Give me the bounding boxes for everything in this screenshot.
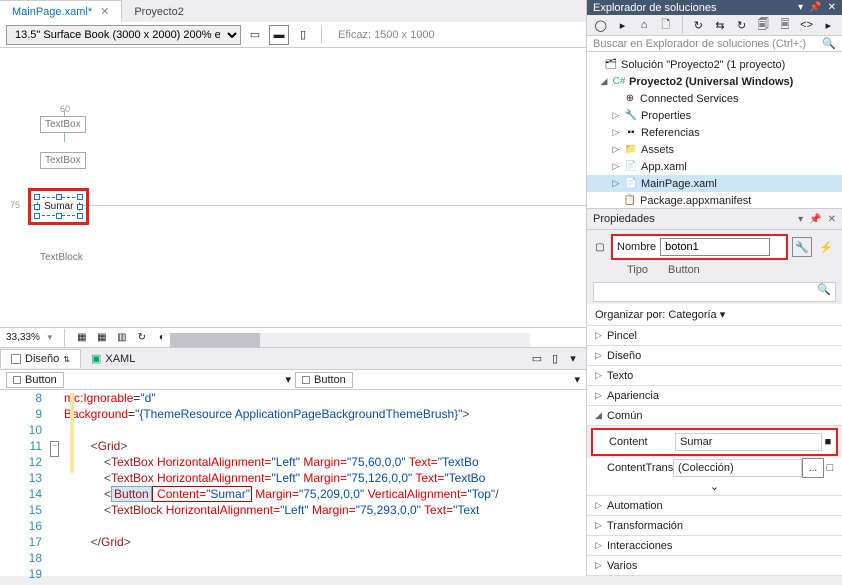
tab-proyecto2[interactable]: Proyecto2 — [122, 2, 196, 22]
organize-by[interactable]: Organizar por: Categoría ▾ — [587, 304, 842, 326]
cat-automation[interactable]: ▷Automation — [587, 496, 842, 516]
setting-icon[interactable]: ◐ — [155, 331, 169, 345]
solution-icon: 🗂 — [604, 58, 618, 72]
copy-icon[interactable]: 🗐 — [753, 15, 773, 35]
dropdown-icon[interactable]: ▾ — [798, 2, 803, 13]
change-marker — [70, 393, 74, 473]
cat-texto[interactable]: ▷Texto — [587, 366, 842, 386]
manifest-icon: 📋 — [623, 194, 637, 208]
sync-icon[interactable]: 🗋 — [656, 15, 676, 35]
fold-column[interactable]: − — [50, 390, 64, 552]
name-input[interactable] — [660, 238, 770, 256]
cat-diseno[interactable]: ▷Diseño — [587, 346, 842, 366]
xaml-icon: 📄 — [624, 160, 638, 174]
project-icon: C# — [612, 75, 626, 89]
design-textblock[interactable]: TextBlock — [40, 252, 83, 263]
cat-varios[interactable]: ▷Varios — [587, 556, 842, 576]
tree-mainpage[interactable]: ▷📄MainPage.xaml — [587, 175, 842, 192]
device-select[interactable]: 13.5" Surface Book (3000 x 2000) 200% es… — [6, 25, 241, 45]
design-xaml-tabs: Diseño⇅ ▣XAML ▭ ▯ ▾ — [0, 348, 586, 370]
selected-button-highlight: Sumar — [28, 188, 89, 225]
orientation-portrait-icon[interactable]: ▭ — [245, 25, 265, 45]
tab-design[interactable]: Diseño⇅ — [0, 349, 81, 368]
snap-icon[interactable]: ▥ — [115, 331, 129, 345]
xaml-editor[interactable]: 8910111213141516171819 − mc:Ignorable="d… — [0, 390, 586, 552]
cat-apariencia[interactable]: ▷Apariencia — [587, 386, 842, 406]
content-value[interactable]: Sumar — [675, 433, 822, 451]
cat-transform[interactable]: ▷Transformación — [587, 516, 842, 536]
refs-icon: ▪▪ — [624, 126, 638, 140]
wrench-icon: 🔧 — [624, 109, 638, 123]
crumb-button-b[interactable]: Button — [295, 372, 353, 388]
xaml-icon: 📄 — [624, 177, 638, 191]
effective-size: Eficaz: 1500 x 1000 — [338, 29, 435, 41]
collapse-icon[interactable]: ▾ — [566, 352, 580, 366]
connected-icon: ⊕ — [623, 92, 637, 106]
dropdown-icon[interactable]: ▾ — [798, 214, 803, 225]
folder-icon: 📁 — [624, 143, 638, 157]
contenttransitions-value[interactable]: (Colección) — [673, 459, 802, 477]
props-icon[interactable]: 🗏 — [775, 15, 795, 35]
content-highlight: Content Sumar ■ — [591, 428, 838, 456]
close-icon[interactable]: ✕ — [828, 2, 836, 13]
events-icon[interactable]: ⚡ — [816, 237, 836, 257]
grid2-icon[interactable]: ▦ — [95, 331, 109, 345]
design-textbox-2[interactable]: TextBox — [40, 152, 86, 169]
code-button-tag[interactable]: Button — [111, 486, 152, 502]
orientation-landscape-icon[interactable]: ▬ — [269, 25, 289, 45]
refresh-icon[interactable]: ↻ — [135, 331, 149, 345]
refresh-icon[interactable]: ↻ — [689, 15, 709, 35]
code-content-attr: Content="Sumar" — [152, 486, 252, 502]
name-highlight: Nombre — [611, 234, 788, 260]
pin-icon[interactable]: 📌 — [809, 214, 821, 225]
close-icon[interactable]: ✕ — [828, 214, 836, 225]
document-tabs: MainPage.xaml*✕ Proyecto2 — [0, 0, 586, 22]
grid-icon[interactable]: ▦ — [75, 331, 89, 345]
split-v-icon[interactable]: ▯ — [548, 352, 562, 366]
ruler-label: 75 — [10, 200, 20, 210]
solution-tree[interactable]: 🗂Solución "Proyecto2" (1 proyecto) ◢C#Pr… — [587, 52, 842, 208]
more-icon[interactable]: ▸ — [818, 15, 838, 35]
zoom-bar: 33,33% ▼ ▦ ▦ ▥ ↻ ◐ ▤ ▭ — [0, 327, 586, 347]
search-icon: 🔍 — [817, 284, 831, 296]
prop-marker-icon[interactable]: ■ — [822, 436, 834, 448]
pin-icon[interactable]: 📌 — [809, 2, 821, 13]
tab-xaml[interactable]: ▣XAML — [81, 349, 145, 368]
expand-more-icon[interactable]: ⌄ — [587, 478, 842, 496]
line-numbers: 8910111213141516171819 — [0, 390, 50, 552]
solution-explorer-header[interactable]: Explorador de soluciones ▾ 📌 ✕ — [587, 0, 842, 15]
props-search[interactable]: 🔍 — [593, 282, 836, 302]
search-icon[interactable]: 🔍 — [822, 37, 836, 50]
ruler-label: 60 — [60, 104, 70, 114]
edit-button[interactable]: ... — [802, 458, 824, 478]
prop-marker-icon[interactable]: □ — [824, 462, 836, 474]
show-icon[interactable]: ↻ — [732, 15, 752, 35]
design-button-sumar[interactable]: Sumar — [37, 197, 80, 216]
crumb-button-a[interactable]: Button — [6, 372, 64, 388]
tab-mainpage[interactable]: MainPage.xaml*✕ — [0, 0, 122, 22]
collapse-icon[interactable]: ⇆ — [710, 15, 730, 35]
solution-toolbar: ◯ ▸ ⌂ 🗋 ↻ ⇆ ↻ 🗐 🗏 <> ▸ — [587, 15, 842, 36]
design-surface[interactable]: 60 75 TextBox TextBox Sumar TextBlock 33… — [0, 48, 586, 348]
solution-search[interactable]: Buscar en Explorador de soluciones (Ctrl… — [587, 36, 842, 52]
fwd-icon[interactable]: ▸ — [613, 15, 633, 35]
cat-interacciones[interactable]: ▷Interacciones — [587, 536, 842, 556]
close-icon[interactable]: ✕ — [100, 6, 109, 18]
home-icon[interactable]: ⌂ — [634, 15, 654, 35]
wrench-icon[interactable]: 🔧 — [792, 237, 812, 257]
code-icon[interactable]: <> — [797, 15, 817, 35]
cat-pincel[interactable]: ▷Pincel — [587, 326, 842, 346]
zoom-percent[interactable]: 33,33% — [6, 332, 40, 343]
phone-icon[interactable]: ▯ — [293, 25, 313, 45]
design-textbox-1[interactable]: TextBox — [40, 116, 86, 133]
split-h-icon[interactable]: ▭ — [530, 352, 544, 366]
back-icon[interactable]: ◯ — [591, 15, 611, 35]
cat-comun[interactable]: ◢Común — [587, 406, 842, 426]
designer-toolbar: 13.5" Surface Book (3000 x 2000) 200% es… — [0, 22, 586, 48]
element-icon: ▢ — [593, 240, 607, 254]
xaml-breadcrumb: Button ▾ Button ▾ — [0, 370, 586, 390]
properties-header[interactable]: Propiedades ▾ 📌 ✕ — [587, 208, 842, 230]
